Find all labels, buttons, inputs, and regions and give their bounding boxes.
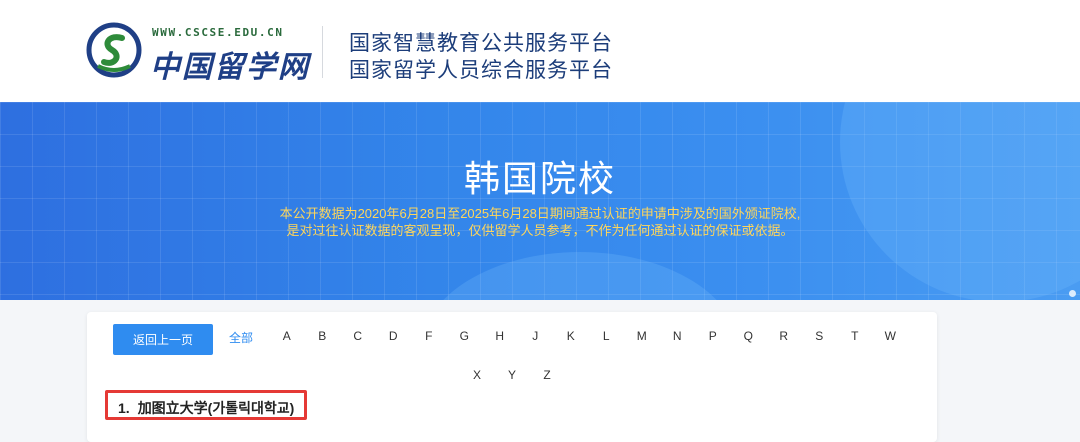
platform-title-2: 国家留学人员综合服务平台 (349, 58, 613, 82)
banner-dot (1069, 290, 1076, 297)
filter-letter-c[interactable]: C (340, 329, 376, 351)
page-title: 韩国院校 (463, 159, 616, 200)
letter-filter-row-2: XYZ (87, 368, 937, 382)
filter-letter-l[interactable]: L (589, 329, 625, 351)
logo-name-text[interactable]: 中国留学网 (150, 42, 310, 86)
entry-number: 1. (118, 400, 130, 416)
letter-filter-row: 全部 ABCDFGHJKLMNPQRSTW (227, 329, 908, 351)
filter-letter-j[interactable]: J (518, 329, 554, 351)
hero-banner: 韩国院校 本公开数据为2020年6月28日至2025年6月28日期间通过认证的申… (0, 102, 1080, 300)
filter-letter-r[interactable]: R (766, 329, 802, 351)
disclaimer-line-1: 本公开数据为2020年6月28日至2025年6月28日期间通过认证的申请中涉及的… (279, 206, 801, 221)
filter-letter-q[interactable]: Q (731, 329, 767, 351)
site-header: WWW.CSCSE.EDU.CN 中国留学网 国家智慧教育公共服务平台 国家留学… (0, 0, 1080, 102)
filter-letter-s[interactable]: S (802, 329, 838, 351)
school-entry[interactable]: 1. 加图立大学(가톨릭대학교) (105, 390, 308, 420)
filter-letter-w[interactable]: W (873, 329, 909, 351)
filter-letter-y[interactable]: Y (495, 368, 530, 382)
cscse-logo-icon[interactable] (86, 22, 142, 78)
header-divider (322, 26, 323, 78)
platform-title-1: 国家智慧教育公共服务平台 (349, 31, 613, 55)
filter-all-link[interactable]: 全部 (227, 329, 255, 351)
filter-letter-h[interactable]: H (482, 329, 518, 351)
logo-url-text: WWW.CSCSE.EDU.CN (152, 26, 284, 39)
filter-letter-m[interactable]: M (624, 329, 660, 351)
filter-letter-p[interactable]: P (695, 329, 731, 351)
filter-letter-b[interactable]: B (305, 329, 341, 351)
entry-school-name: 加图立大学(가톨릭대학교) (137, 400, 295, 416)
filter-letter-d[interactable]: D (376, 329, 412, 351)
school-list-card: 返回上一页 全部 ABCDFGHJKLMNPQRSTW XYZ 1. 加图立大学(… (87, 312, 937, 442)
filter-letter-z[interactable]: Z (530, 368, 565, 382)
filter-letter-g[interactable]: G (447, 329, 483, 351)
disclaimer-line-2: 是对过往认证数据的客观呈现，仅供留学人员参考，不作为任何通过认证的保证或依据。 (286, 223, 794, 238)
filter-letter-f[interactable]: F (411, 329, 447, 351)
filter-letter-a[interactable]: A (269, 329, 305, 351)
filter-letter-k[interactable]: K (553, 329, 589, 351)
filter-letter-t[interactable]: T (837, 329, 873, 351)
back-button[interactable]: 返回上一页 (113, 324, 213, 355)
filter-letter-n[interactable]: N (660, 329, 696, 351)
filter-letter-x[interactable]: X (460, 368, 495, 382)
